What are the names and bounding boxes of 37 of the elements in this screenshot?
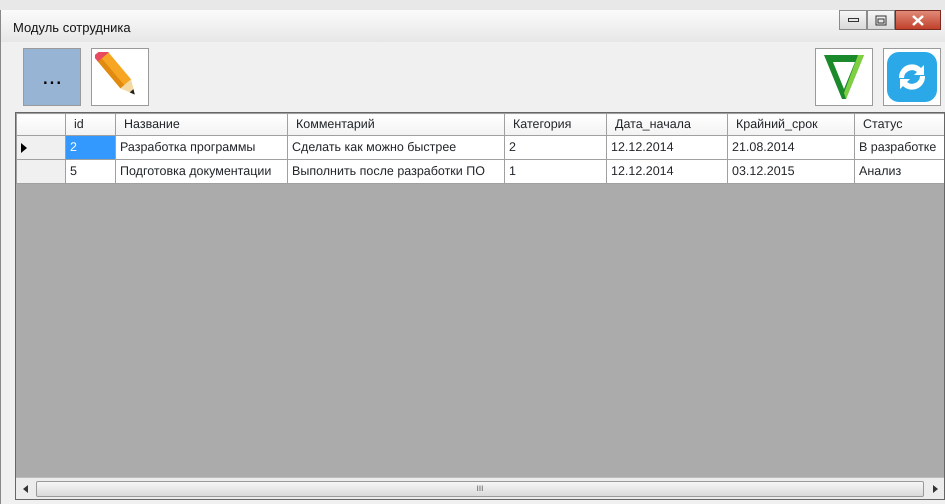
more-button[interactable]: ... — [23, 48, 81, 106]
window-title: Модуль сотрудника — [12, 19, 131, 37]
column-header[interactable]: Комментарий — [288, 114, 504, 136]
table-cell[interactable]: 1 — [504, 160, 606, 184]
minimize-button[interactable] — [839, 10, 867, 30]
refresh-icon — [886, 51, 938, 103]
horizontal-scrollbar[interactable]: III — [16, 477, 944, 499]
scroll-left-icon[interactable] — [22, 484, 28, 492]
table-cell[interactable]: 2 — [504, 136, 606, 160]
filter-icon — [822, 53, 866, 101]
table-cell[interactable]: 12.12.2014 — [606, 160, 728, 184]
table-cell[interactable]: 03.12.2015 — [728, 160, 854, 184]
column-header[interactable]: Крайний_срок — [728, 114, 854, 136]
column-header[interactable]: id — [66, 114, 116, 136]
table-cell[interactable]: Выполнить после разработки ПО — [288, 160, 504, 184]
minimize-icon — [848, 18, 858, 22]
row-header[interactable] — [16, 136, 66, 160]
refresh-button[interactable] — [883, 48, 941, 106]
table-cell[interactable]: 5 — [66, 160, 116, 184]
maximize-icon — [874, 14, 888, 26]
maximize-button[interactable] — [867, 10, 895, 30]
scrollbar-thumb[interactable]: III — [36, 480, 924, 496]
filter-button[interactable] — [815, 48, 873, 106]
column-header[interactable]: Статус — [854, 114, 944, 136]
column-header[interactable]: Категория — [504, 114, 606, 136]
close-icon — [911, 14, 925, 26]
column-header[interactable]: Название — [116, 114, 288, 136]
close-button[interactable] — [895, 10, 941, 30]
scroll-right-icon[interactable] — [932, 484, 938, 492]
edit-button[interactable] — [91, 48, 149, 106]
table-cell[interactable]: Подготовка документации — [116, 160, 288, 184]
table-cell[interactable]: Сделать как можно быстрее — [288, 136, 504, 160]
current-row-icon — [21, 142, 27, 153]
table-cell[interactable]: Разработка программы — [116, 136, 288, 160]
table-cell[interactable]: 12.12.2014 — [606, 136, 728, 160]
table-cell[interactable]: 21.08.2014 — [728, 136, 854, 160]
column-header[interactable]: Дата_начала — [606, 114, 728, 136]
